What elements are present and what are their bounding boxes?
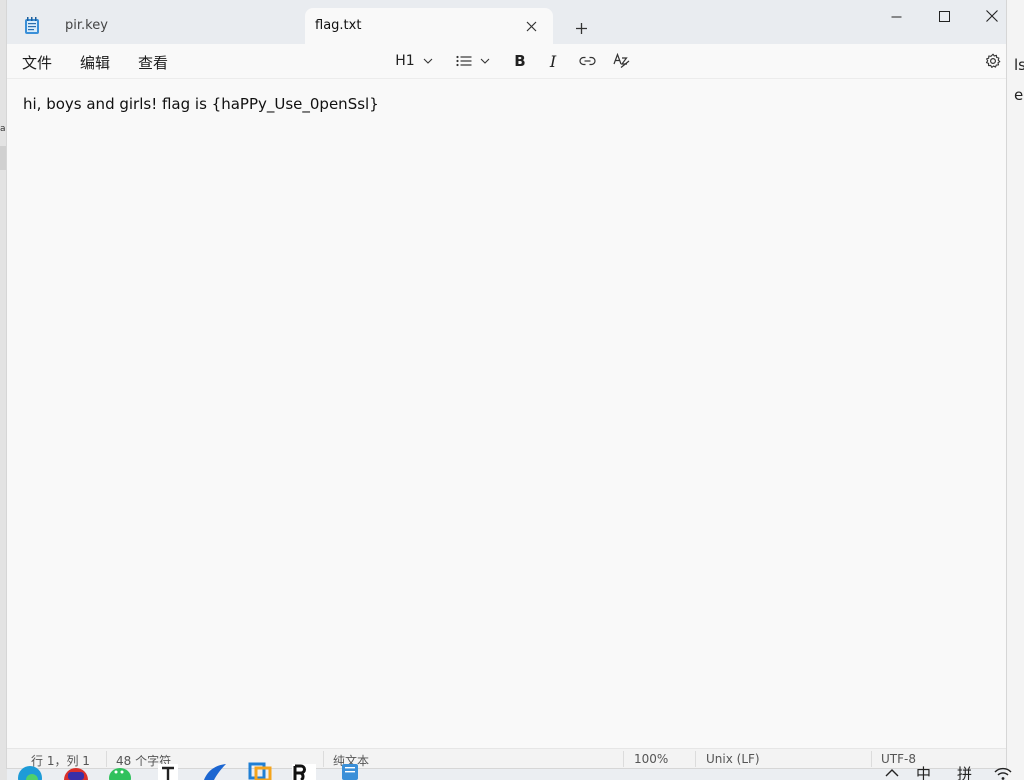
gear-icon [985,53,1001,68]
menu-view[interactable]: 查看 [138,52,168,73]
tab-pir-key[interactable]: pir.key [7,8,305,44]
desktop-fragment-bar [0,146,7,170]
text-editor[interactable]: hi, boys and girls! flag is {haPPy_Use_0… [7,79,1006,740]
spellcheck-icon [612,53,629,68]
italic-button[interactable]: I [542,49,564,73]
notepad-taskbar-icon[interactable] [336,762,364,780]
desktop-right-edge: ls e [1006,0,1024,780]
maximize-icon [938,10,950,22]
chevron-down-icon [423,58,433,64]
notepad-app-icon [25,17,39,34]
list-dropdown[interactable] [453,49,493,73]
typora-icon[interactable] [154,762,182,780]
menu-edit[interactable]: 编辑 [80,52,110,73]
new-tab-button[interactable] [569,16,593,40]
desktop-fragment-text: ls [1014,56,1024,74]
spellcheck-button[interactable] [610,49,632,73]
link-icon [578,56,596,66]
tab-label: flag.txt [315,18,362,33]
editor-content[interactable]: hi, boys and girls! flag is {haPPy_Use_0… [23,95,379,113]
title-bar: pir.key flag.txt [7,0,1006,44]
bullet-list-icon [456,55,472,67]
wing-app-icon[interactable] [200,762,228,780]
minimize-button[interactable] [872,0,920,32]
headphones-app-icon[interactable] [62,762,90,780]
tab-close-icon[interactable] [521,16,541,36]
minimize-icon [891,16,901,17]
ime-language-indicator[interactable]: 中 [916,763,931,780]
heading-level-label: H1 [395,53,415,69]
desktop-fragment-text: e [1014,86,1024,104]
menu-toolbar: 文件 编辑 查看 H1 B I [7,44,1006,79]
tab-flag-txt[interactable]: flag.txt [305,8,553,44]
plus-icon [575,22,587,34]
heading-dropdown[interactable]: H1 [391,49,437,73]
bold-icon: B [514,52,526,70]
vmware-icon[interactable] [246,762,274,780]
tab-label: pir.key [65,18,108,33]
link-button[interactable] [576,49,598,73]
wifi-icon[interactable] [994,767,1012,780]
chevron-up-icon[interactable] [885,768,899,778]
italic-icon: I [549,51,557,71]
bold-button[interactable]: B [509,49,531,73]
burp-suite-icon[interactable] [290,762,318,780]
edge-browser-icon[interactable] [16,762,44,780]
taskbar: 中 拼 [0,762,1024,780]
settings-button[interactable] [982,49,1004,73]
close-icon [986,10,998,22]
desktop-left-edge: a [0,0,7,780]
desktop-fragment-text: a [0,124,6,134]
wechat-icon[interactable] [106,762,134,780]
chevron-down-icon [480,58,490,64]
ime-mode-indicator[interactable]: 拼 [957,763,972,780]
notepad-window: pir.key flag.txt 文件 编辑 查看 H1 B I hi, boy… [7,0,1006,768]
maximize-button[interactable] [920,0,968,32]
close-window-button[interactable] [968,0,1006,32]
menu-file[interactable]: 文件 [22,52,52,73]
